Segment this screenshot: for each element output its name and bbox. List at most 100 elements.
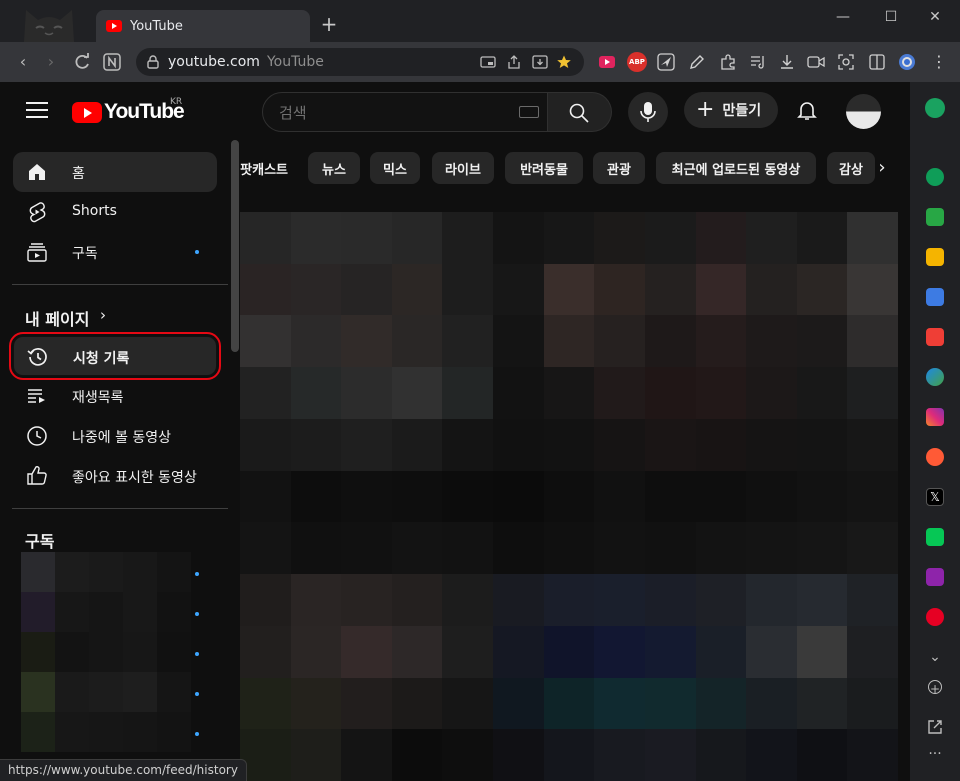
reload-icon[interactable] — [71, 51, 93, 73]
video-thumbnail-tile[interactable] — [543, 729, 595, 781]
video-thumbnail-tile[interactable] — [341, 677, 392, 730]
video-thumbnail-tile[interactable] — [796, 315, 848, 368]
video-thumbnail-tile[interactable] — [695, 574, 747, 626]
video-thumbnail-tile[interactable] — [594, 729, 645, 781]
video-thumbnail-tile[interactable] — [847, 470, 898, 523]
video-thumbnail-tile[interactable] — [341, 212, 392, 264]
video-thumbnail-tile[interactable] — [543, 418, 595, 471]
chip-news[interactable]: 뉴스 — [308, 152, 360, 184]
send-icon[interactable] — [657, 53, 675, 71]
video-thumbnail-tile[interactable] — [594, 677, 645, 730]
video-thumbnail-tile[interactable] — [543, 625, 595, 678]
video-thumbnail-tile[interactable] — [543, 470, 595, 523]
video-thumbnail-tile[interactable] — [493, 418, 544, 471]
video-thumbnail-tile[interactable] — [796, 212, 848, 264]
share-icon[interactable] — [506, 54, 522, 70]
video-thumbnail-tile[interactable] — [391, 677, 443, 730]
video-thumbnail-tile[interactable] — [290, 263, 342, 316]
video-thumbnail-tile[interactable] — [695, 315, 747, 368]
video-thumbnail-tile[interactable] — [847, 212, 898, 264]
video-thumbnail-tile[interactable] — [341, 367, 392, 419]
video-thumbnail-tile[interactable] — [341, 263, 392, 316]
video-thumbnail-tile[interactable] — [341, 574, 392, 626]
video-thumbnail-tile[interactable] — [341, 470, 392, 523]
sidepanel-notes-icon[interactable] — [926, 208, 944, 226]
chip-mix[interactable]: 믹스 — [370, 152, 420, 184]
video-thumbnail-tile[interactable] — [290, 418, 342, 471]
video-thumbnail-tile[interactable] — [543, 212, 595, 264]
video-thumbnail-tile[interactable] — [746, 263, 797, 316]
menu-dots-icon[interactable]: ⋮ — [930, 53, 948, 71]
video-thumbnail-tile[interactable] — [543, 677, 595, 730]
video-thumbnail-tile[interactable] — [391, 315, 443, 368]
video-thumbnail-tile[interactable] — [442, 677, 494, 730]
video-thumbnail-tile[interactable] — [594, 263, 645, 316]
video-thumbnail-tile[interactable] — [391, 625, 443, 678]
video-thumbnail-tile[interactable] — [493, 263, 544, 316]
video-thumbnail-tile[interactable] — [391, 367, 443, 419]
video-feed-grid[interactable] — [240, 212, 898, 781]
video-thumbnail-tile[interactable] — [391, 470, 443, 523]
browser-tab-youtube[interactable]: YouTube — [96, 10, 310, 42]
subscription-channel-row[interactable] — [21, 552, 191, 592]
youtube-ext-icon[interactable] — [598, 53, 616, 71]
hamburger-menu-icon[interactable] — [26, 102, 48, 120]
video-thumbnail-tile[interactable] — [746, 418, 797, 471]
video-thumbnail-tile[interactable] — [391, 729, 443, 781]
video-thumbnail-tile[interactable] — [847, 574, 898, 626]
video-thumbnail-tile[interactable] — [644, 212, 696, 264]
video-thumbnail-tile[interactable] — [847, 625, 898, 678]
video-thumbnail-tile[interactable] — [644, 418, 696, 471]
video-thumbnail-tile[interactable] — [240, 574, 291, 626]
video-thumbnail-tile[interactable] — [240, 315, 291, 368]
video-thumbnail-tile[interactable] — [543, 367, 595, 419]
music-note-icon[interactable] — [749, 53, 767, 71]
video-thumbnail-tile[interactable] — [442, 418, 494, 471]
video-thumbnail-tile[interactable] — [493, 677, 544, 730]
video-thumbnail-tile[interactable] — [644, 625, 696, 678]
video-thumbnail-tile[interactable] — [240, 522, 291, 575]
sidepanel-audio-icon[interactable] — [926, 568, 944, 586]
video-thumbnail-tile[interactable] — [442, 729, 494, 781]
video-thumbnail-tile[interactable] — [695, 729, 747, 781]
pen-icon[interactable] — [688, 53, 706, 71]
subscription-channel-row[interactable] — [21, 672, 191, 712]
video-thumbnail-tile[interactable] — [695, 470, 747, 523]
chip-pets[interactable]: 반려동물 — [505, 152, 583, 184]
video-thumbnail-tile[interactable] — [796, 263, 848, 316]
video-thumbnail-tile[interactable] — [594, 470, 645, 523]
chip-appreciation[interactable]: 감상 — [827, 152, 875, 184]
search-button[interactable] — [548, 92, 612, 132]
sidepanel-wallet-icon[interactable] — [926, 288, 944, 306]
video-thumbnail-tile[interactable] — [391, 522, 443, 575]
video-thumbnail-tile[interactable] — [746, 212, 797, 264]
video-thumbnail-tile[interactable] — [796, 367, 848, 419]
subscription-channel-row[interactable] — [21, 712, 191, 752]
back-icon[interactable]: ‹ — [12, 51, 34, 73]
video-thumbnail-tile[interactable] — [493, 625, 544, 678]
video-thumbnail-tile[interactable] — [594, 418, 645, 471]
video-thumbnail-tile[interactable] — [594, 522, 645, 575]
video-thumbnail-tile[interactable] — [290, 625, 342, 678]
video-thumbnail-tile[interactable] — [746, 677, 797, 730]
video-thumbnail-tile[interactable] — [695, 212, 747, 264]
download-icon[interactable] — [778, 53, 796, 71]
create-button[interactable]: + 만들기 — [684, 92, 778, 128]
sidepanel-favorites-icon[interactable] — [926, 248, 944, 266]
keyboard-icon[interactable] — [519, 106, 539, 118]
notifications-bell-icon[interactable] — [795, 98, 819, 122]
sidepanel-settings-dots-icon[interactable]: ··· — [926, 746, 944, 764]
video-thumbnail-tile[interactable] — [290, 729, 342, 781]
split-view-icon[interactable] — [868, 53, 886, 71]
guide-item-watch-later[interactable]: 나중에 볼 동영상 — [13, 416, 217, 456]
video-thumbnail-tile[interactable] — [695, 367, 747, 419]
video-thumbnail-tile[interactable] — [594, 212, 645, 264]
video-thumbnail-tile[interactable] — [695, 263, 747, 316]
video-thumbnail-tile[interactable] — [746, 470, 797, 523]
video-thumbnail-tile[interactable] — [341, 315, 392, 368]
video-thumbnail-tile[interactable] — [442, 315, 494, 368]
pinterest-icon[interactable] — [926, 608, 944, 626]
video-thumbnail-tile[interactable] — [341, 522, 392, 575]
video-thumbnail-tile[interactable] — [290, 470, 342, 523]
profile-icon[interactable] — [898, 53, 916, 71]
